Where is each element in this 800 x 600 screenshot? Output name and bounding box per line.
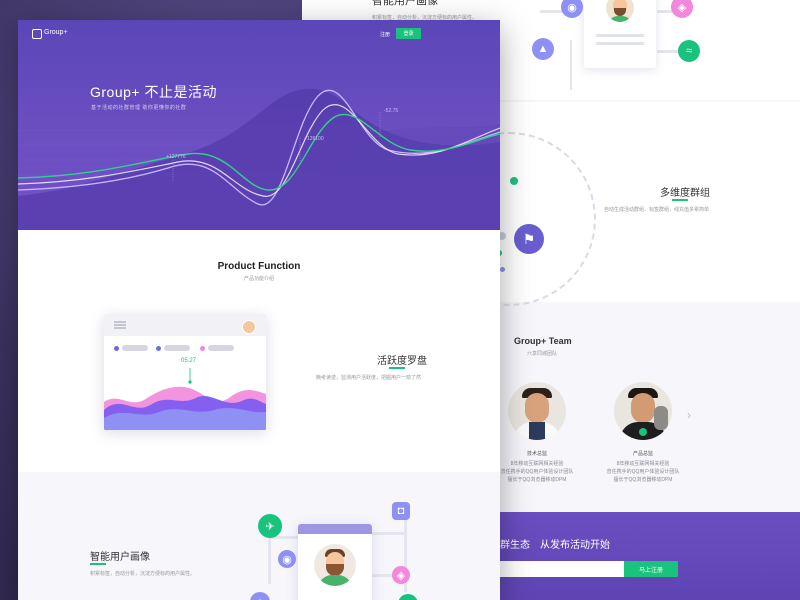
connector-line xyxy=(372,532,406,535)
flag-icon: ⚑ xyxy=(514,224,544,254)
profile-card xyxy=(584,0,656,68)
menu-icon[interactable] xyxy=(114,321,126,323)
member-bio-line: 擅长于QQ浏览器移动DPM xyxy=(613,477,673,483)
team-subtitle: 六享同城团队 xyxy=(527,351,558,357)
stats-icon: ◈ xyxy=(671,0,693,18)
title-underline xyxy=(389,367,405,369)
legend-dot xyxy=(200,346,205,351)
hero-wave-graphic xyxy=(18,88,500,230)
gamepad-icon: ◉ xyxy=(561,0,583,18)
groups-desc: 自动生成活动群组、标签群组，线充值多累简单 xyxy=(604,207,710,213)
swim-icon: ≈ xyxy=(398,594,418,600)
register-now-button[interactable]: 马上注册 xyxy=(624,561,678,577)
title-underline xyxy=(672,199,688,201)
gamepad-icon: ◉ xyxy=(278,550,296,568)
persona-desc: 积累标签，自动分析，沉淀方便标的用户属性。 xyxy=(90,571,196,577)
persona-title: 智能用户画像 xyxy=(90,552,150,563)
legend-label xyxy=(208,345,234,351)
avatar xyxy=(242,320,256,334)
product-subtitle: 产品功能介绍 xyxy=(243,276,274,282)
shoe-icon: ▲ xyxy=(250,592,270,600)
legend-dot xyxy=(114,346,119,351)
persona-title-top: 智能用户画像 xyxy=(372,0,438,7)
avatar xyxy=(508,382,566,440)
member-role: 技术总监 xyxy=(526,451,547,457)
camera-icon: ◘ xyxy=(392,502,410,520)
next-arrow-icon[interactable]: › xyxy=(687,408,691,422)
product-title: Product Function xyxy=(217,261,301,272)
persona-section: 智能用户画像 积累标签，自动分析，沉淀方便标的用户属性。 ✈ ◘ ◉ ◈ ▲ ≈ xyxy=(18,472,500,600)
data-annotation: +126100 xyxy=(304,136,324,142)
member-bio-line: 曾任携手的QQ用户体验设计团队 xyxy=(500,469,574,475)
title-underline xyxy=(90,563,106,565)
product-section: Product Function 产品功能介绍 05.27 活跃度罗盘 簡考读迹… xyxy=(18,230,500,472)
avatar xyxy=(614,382,672,440)
profile-card xyxy=(298,524,372,600)
member-bio-line: 8年移动互联网相关经验 xyxy=(510,461,564,467)
orbit-dot xyxy=(510,177,518,185)
card-header xyxy=(298,524,372,534)
legend-label xyxy=(164,345,190,351)
data-annotation: +127776 xyxy=(166,154,186,160)
avatar xyxy=(314,544,356,586)
legend-label xyxy=(122,345,148,351)
orbit-dot xyxy=(500,267,505,272)
shoe-icon: ▲ xyxy=(532,38,554,60)
swim-icon: ≈ xyxy=(678,40,700,62)
member-role: 产品总监 xyxy=(632,451,653,457)
feature-title: 活跃度罗盘 xyxy=(377,356,427,367)
dashboard-card: 05.27 xyxy=(104,314,266,430)
main-page: Group+ 注册 登录 Group+ 不止是活动 基于活动的社群管理 助你更懂… xyxy=(18,20,500,600)
team-title: Group+ Team xyxy=(514,336,572,346)
member-bio-line: 8年移动互联网相关经验 xyxy=(616,461,670,467)
cta-text-left: 群生态 xyxy=(500,540,530,551)
avatar xyxy=(606,0,634,22)
feature-desc: 簡考读迹，监测用户活跃度，把握用户一箭了然 xyxy=(316,375,422,381)
email-input[interactable] xyxy=(500,561,624,577)
connector-line xyxy=(570,40,572,90)
activity-area-chart xyxy=(104,368,266,430)
data-annotation: -52.75 xyxy=(384,108,399,114)
stats-icon: ◈ xyxy=(392,566,410,584)
member-bio-line: 曾任携手的QQ用户体验设计团队 xyxy=(606,469,680,475)
text-placeholder xyxy=(596,42,644,45)
member-bio-line: 擅长于QQ浏览器移动DPM xyxy=(507,477,567,483)
groups-title: 多维度群组 xyxy=(660,188,710,199)
cta-text-right: 从发布活动开始 xyxy=(540,540,610,551)
hero-section: Group+ 注册 登录 Group+ 不止是活动 基于活动的社群管理 助你更懂… xyxy=(18,20,500,230)
text-placeholder xyxy=(596,34,644,37)
legend-dot xyxy=(156,346,161,351)
plane-icon: ✈ xyxy=(258,514,282,538)
